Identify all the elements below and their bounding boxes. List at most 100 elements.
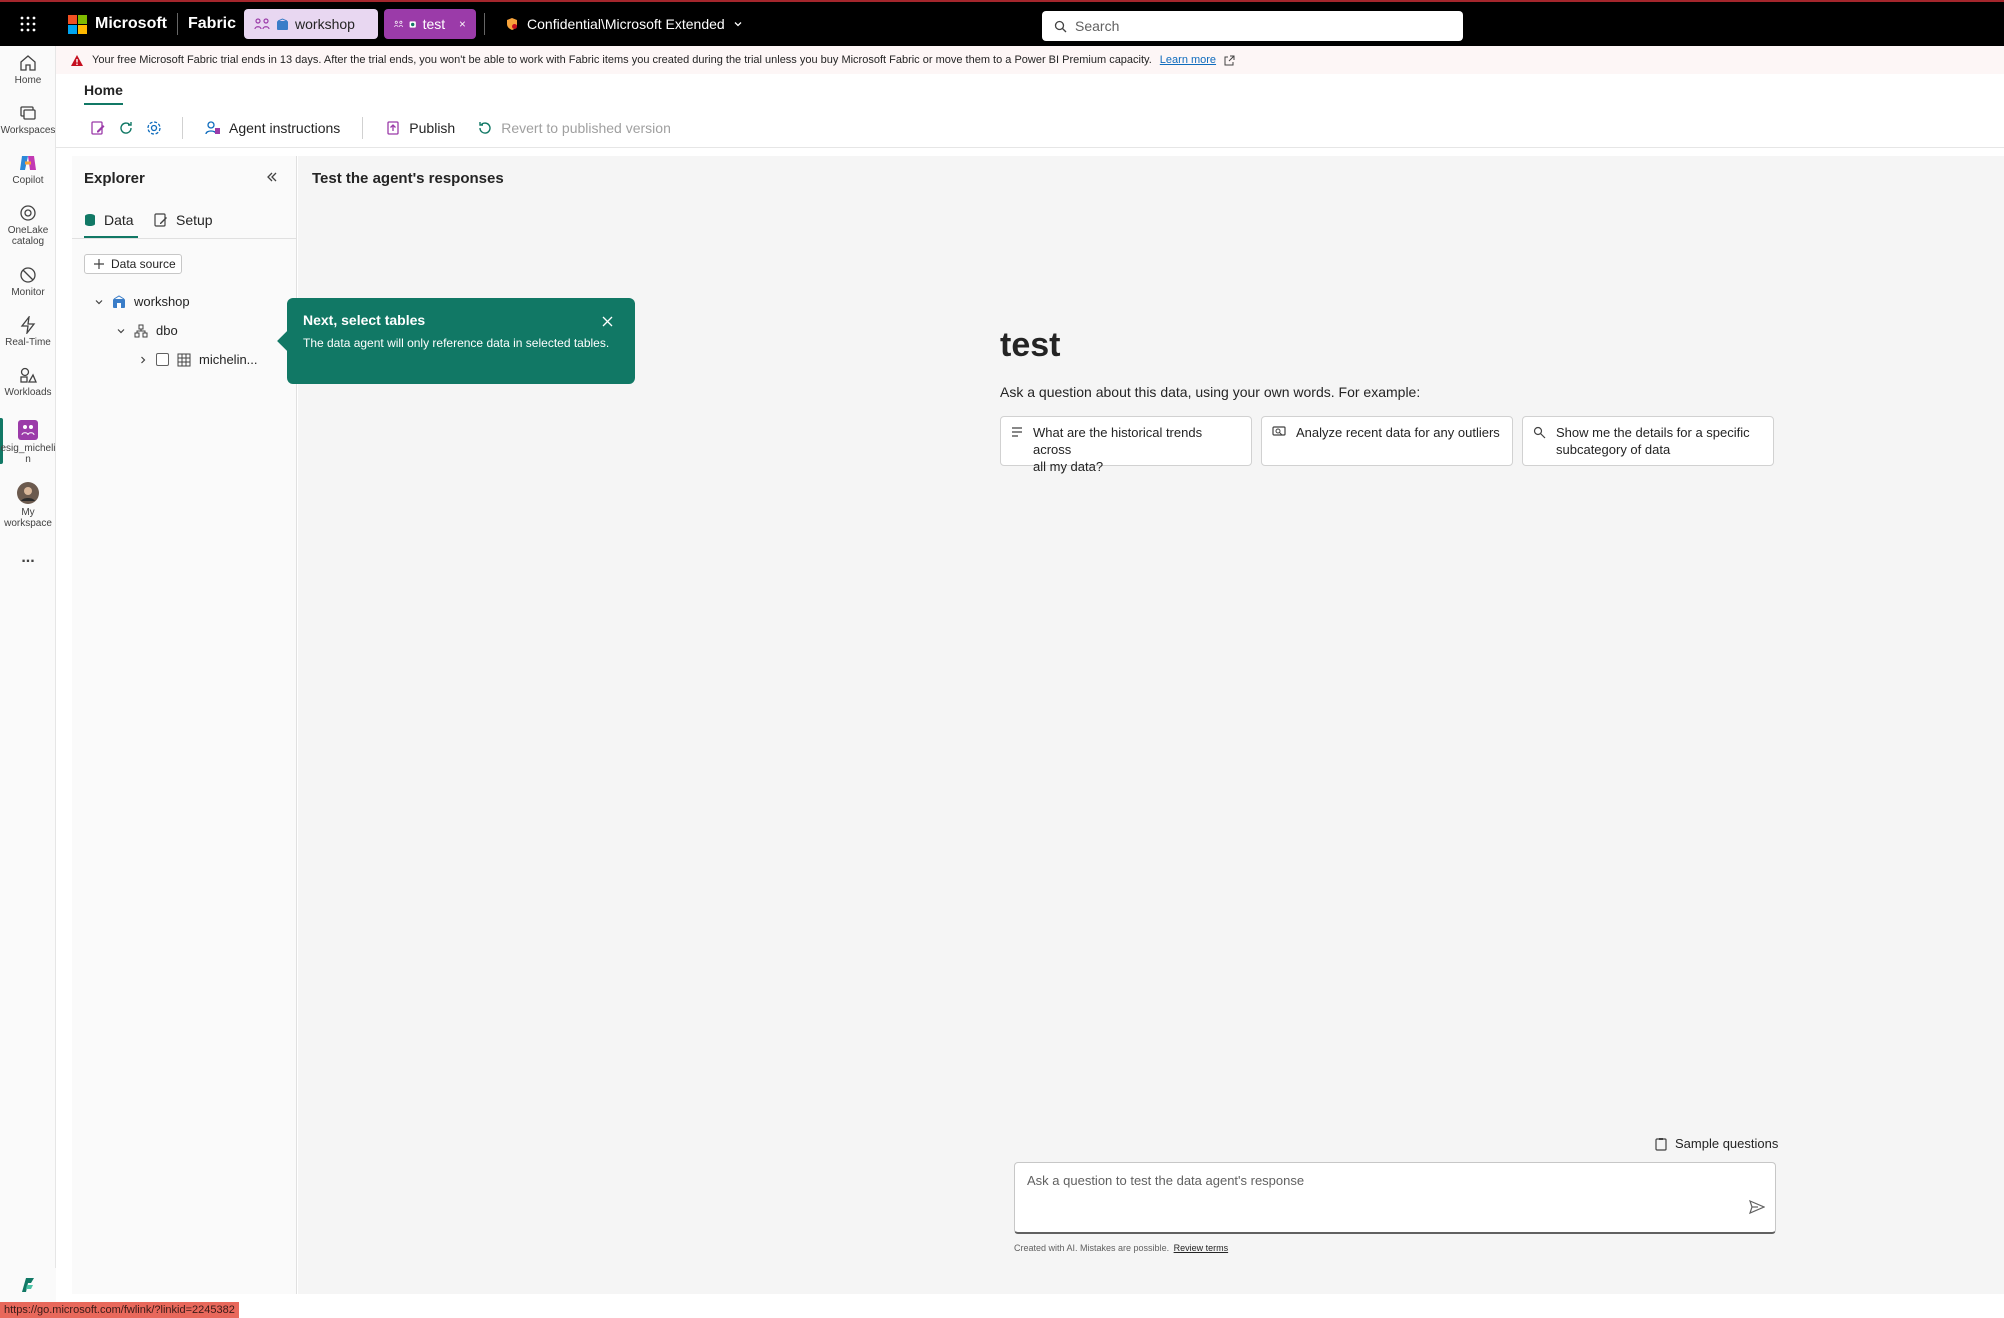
more-button[interactable]: ... — [0, 550, 56, 566]
app-launcher-button[interactable] — [0, 2, 56, 46]
lakehouse-icon — [113, 294, 125, 308]
close-tab-icon[interactable] — [459, 18, 466, 30]
double-chevron-left-icon — [267, 172, 277, 182]
collapse-explorer-button[interactable] — [266, 170, 278, 188]
database-icon — [85, 214, 95, 226]
warning-icon — [71, 54, 83, 66]
agent-name: test — [1000, 326, 1061, 364]
copilot-icon — [20, 156, 36, 170]
tab-setup-label: Setup — [176, 212, 213, 228]
ribbon-toolbar: Agent instructions Publish Revert to pub… — [56, 108, 2004, 148]
tab-home[interactable]: Home — [84, 82, 123, 105]
monitor-icon — [20, 267, 36, 283]
bubble-body: The data agent will only reference data … — [303, 336, 610, 350]
chevron-down-icon[interactable] — [94, 297, 104, 307]
suggestion-line: What are the historical trends across — [1033, 425, 1203, 457]
product-name[interactable]: Fabric — [188, 15, 236, 33]
ribbon-tabs: Home — [56, 74, 2004, 108]
publish-button[interactable]: Publish — [377, 113, 463, 143]
tab-data[interactable]: Data — [84, 212, 134, 228]
tree-item-michelin[interactable]: michelin... — [138, 352, 258, 367]
plus-icon — [94, 259, 104, 269]
settings-button[interactable] — [140, 114, 168, 142]
table-icon — [177, 353, 191, 366]
fabric-logo-icon — [22, 1278, 34, 1292]
rail-label: Monitor — [11, 287, 45, 298]
tab-setup[interactable]: Setup — [154, 212, 213, 228]
rail-label: Workloads — [4, 387, 52, 398]
sensitivity-label-button[interactable]: Confidential\Microsoft Extended — [505, 16, 743, 32]
bubble-title: Next, select tables — [303, 312, 426, 328]
tab-label: test — [422, 16, 446, 32]
rail-label: catalog — [11, 236, 45, 247]
revert-label: Revert to published version — [501, 119, 671, 136]
search-icon — [1054, 20, 1067, 32]
suggestion-card-details[interactable]: Show me the details for a specific subca… — [1522, 416, 1774, 466]
fabric-experience-switcher[interactable] — [0, 1268, 56, 1302]
realtime-icon — [20, 316, 36, 334]
rail-label: Copilot — [12, 175, 44, 186]
home-icon — [20, 55, 36, 71]
tab-test[interactable]: test — [384, 9, 477, 39]
brand-name: Microsoft — [95, 15, 167, 32]
suggestion-card-trends[interactable]: What are the historical trends across al… — [1000, 416, 1252, 474]
rail-item-copilot[interactable]: Copilot — [0, 154, 56, 186]
chat-input[interactable]: Ask a question to test the data agent's … — [1014, 1162, 1776, 1234]
divider — [182, 116, 183, 139]
search-input[interactable]: Search — [1042, 11, 1463, 41]
status-bar-url: https://go.microsoft.com/fwlink/?linkid=… — [0, 1302, 239, 1318]
suggestion-text: Analyze recent data for any outliers — [1296, 424, 1500, 441]
avatar-icon — [17, 482, 39, 504]
publish-icon — [387, 120, 399, 135]
learn-more-link[interactable]: Learn more — [1160, 54, 1216, 66]
rail-item-my-workspace[interactable]: My workspace — [0, 482, 56, 529]
edit-button[interactable] — [84, 114, 112, 142]
tree-label: workshop — [134, 294, 190, 309]
table-checkbox[interactable] — [156, 353, 169, 366]
gear-icon — [147, 120, 161, 135]
suggestion-card-outliers[interactable]: Analyze recent data for any outliers — [1261, 416, 1513, 466]
agent-instructions-button[interactable]: Agent instructions — [197, 113, 348, 143]
close-bubble-button[interactable] — [602, 314, 613, 332]
setup-icon — [154, 213, 167, 227]
teaching-bubble: Next, select tables The data agent will … — [277, 298, 635, 384]
rail-item-real-time[interactable]: Real-Time — [0, 316, 56, 348]
schema-icon — [134, 324, 148, 337]
ai-disclaimer: Created with AI. Mistakes are possible. … — [1014, 1243, 1228, 1253]
panel-title: Test the agent's responses — [312, 170, 504, 187]
workspace-icon — [394, 20, 403, 27]
chevron-down-icon[interactable] — [116, 326, 126, 336]
revert-button[interactable]: Revert to published version — [469, 113, 679, 143]
suggestion-line: Show me the details for a specific — [1556, 425, 1750, 440]
add-data-source-button[interactable]: Data source — [84, 254, 182, 274]
rail-label: esig_micheli — [0, 443, 56, 454]
rail-item-esig-michelin[interactable]: esig_micheli n — [0, 420, 56, 465]
data-source-label: Data source — [111, 257, 176, 271]
review-terms-link[interactable]: Review terms — [1174, 1243, 1229, 1253]
tree-item-dbo[interactable]: dbo — [116, 323, 178, 338]
rail-item-monitor[interactable]: Monitor — [0, 266, 56, 298]
workspaces-icon — [20, 106, 36, 120]
sample-questions-label: Sample questions — [1675, 1136, 1779, 1151]
clipboard-icon — [1655, 1137, 1667, 1151]
microsoft-logo[interactable]: Microsoft — [56, 2, 167, 46]
refresh-button[interactable] — [112, 114, 140, 142]
chat-placeholder: Ask a question to test the data agent's … — [1027, 1173, 1305, 1188]
tab-workshop[interactable]: workshop — [244, 9, 379, 39]
rail-item-home[interactable]: Home — [0, 54, 56, 86]
suggestion-line: all my data? — [1033, 459, 1104, 474]
rail-item-workloads[interactable]: Workloads — [0, 366, 56, 398]
rail-item-onelake-catalog[interactable]: OneLake catalog — [0, 204, 56, 247]
explorer-title: Explorer — [84, 170, 145, 187]
onelake-icon — [20, 205, 36, 221]
workspace-icon — [254, 18, 270, 30]
sample-questions-button[interactable]: Sample questions — [1655, 1136, 1778, 1151]
waffle-icon — [20, 16, 36, 32]
send-button[interactable] — [1749, 1199, 1766, 1220]
analyze-icon — [1272, 426, 1286, 436]
chevron-right-icon[interactable] — [138, 355, 148, 365]
tree-item-workshop[interactable]: workshop — [94, 294, 190, 309]
divider — [484, 13, 486, 35]
external-link-icon — [1224, 55, 1235, 65]
rail-item-workspaces[interactable]: Workspaces — [0, 104, 56, 136]
